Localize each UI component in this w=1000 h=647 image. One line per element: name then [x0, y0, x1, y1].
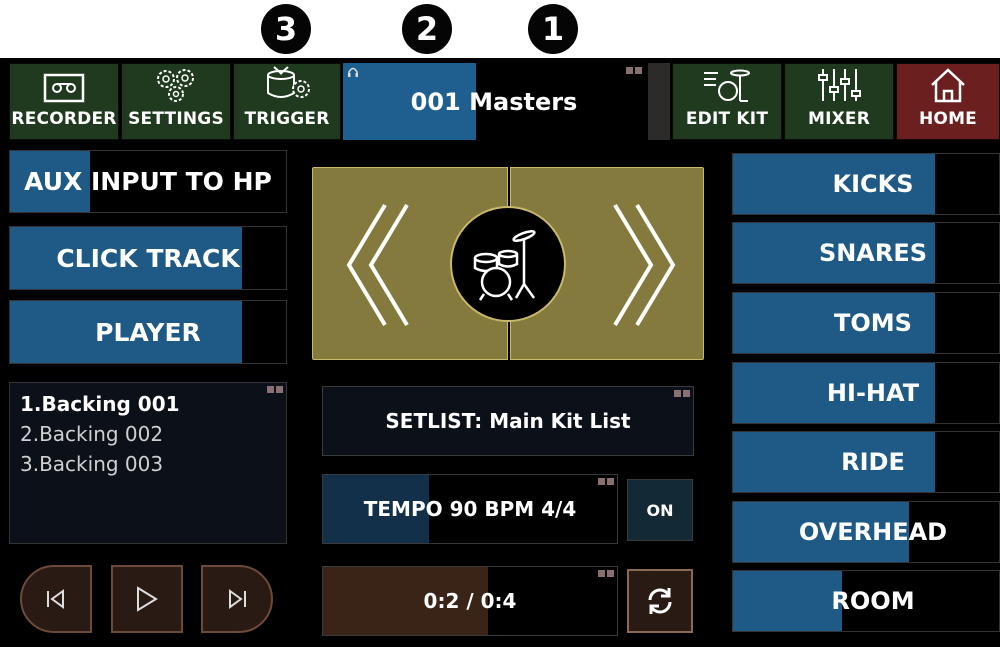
callout-3: 3 [261, 4, 311, 54]
tempo-on-toggle[interactable]: ON [627, 479, 693, 541]
list-item[interactable]: 3.Backing 003 [20, 449, 276, 479]
drum-kit-icon [473, 230, 536, 301]
playback-time: 0:2 / 0:4 [423, 589, 517, 613]
loop-button[interactable] [627, 569, 693, 633]
group-label: SNARES [818, 239, 928, 267]
group-button-toms[interactable]: TOMS [732, 292, 1000, 354]
list-item[interactable]: 2.Backing 002 [20, 419, 276, 449]
group-label: ROOM [831, 587, 915, 615]
drum-gear-icon [267, 66, 310, 98]
click-track-button[interactable]: CLICK TRACK [9, 226, 287, 290]
group-label: OVERHEAD [798, 518, 948, 546]
setlist-label: SETLIST: Main Kit List [385, 409, 631, 433]
edit-kit-icon [704, 69, 750, 102]
play-icon [137, 586, 158, 612]
group-label: RIDE [841, 448, 905, 476]
mixer-label: MIXER [807, 109, 871, 129]
chevron-right-icon [613, 203, 676, 327]
playback-progress[interactable]: 0:2 / 0:4 [322, 566, 618, 636]
skip-previous-icon [47, 589, 64, 609]
options-dots-icon[interactable] [598, 478, 614, 485]
trigger-button[interactable]: TRIGGER [233, 63, 341, 140]
kit-selector-display[interactable]: 001 Masters [343, 63, 645, 140]
callout-2: 2 [402, 4, 452, 54]
options-dots-icon[interactable] [626, 67, 642, 74]
callout-1: 1 [528, 4, 578, 54]
previous-track-button[interactable] [20, 565, 92, 633]
kit-name: 001 Masters [410, 87, 578, 116]
group-button-snares[interactable]: SNARES [732, 222, 1000, 284]
aux-input-button[interactable]: AUX INPUT TO HP [9, 150, 287, 213]
options-dots-icon[interactable] [267, 386, 283, 393]
edit-kit-button[interactable]: EDIT KIT [672, 63, 782, 140]
group-button-overhead[interactable]: OVERHEAD [732, 501, 1000, 563]
chevron-left-icon [346, 203, 409, 327]
group-label: TOMS [834, 309, 912, 337]
tempo-label: TEMPO 90 BPM 4/4 [363, 497, 577, 521]
group-label: HI-HAT [826, 379, 920, 407]
skip-next-icon [229, 589, 246, 609]
tempo-on-label: ON [646, 500, 674, 520]
home-icon [931, 68, 965, 103]
kit-scrollbar[interactable] [648, 63, 670, 140]
loop-icon [648, 588, 672, 614]
mixer-sliders-icon [818, 69, 861, 101]
cassette-icon [43, 73, 85, 103]
recorder-label: RECORDER [11, 109, 117, 129]
recorder-button[interactable]: RECORDER [9, 63, 119, 140]
group-button-room[interactable]: ROOM [732, 570, 1000, 632]
trigger-label: TRIGGER [244, 109, 330, 129]
edit-kit-label: EDIT KIT [685, 109, 769, 129]
settings-label: SETTINGS [128, 109, 224, 129]
tempo-control[interactable]: TEMPO 90 BPM 4/4 [322, 474, 618, 544]
click-track-label: CLICK TRACK [56, 243, 240, 273]
home-button[interactable]: HOME [896, 63, 1000, 140]
settings-button[interactable]: SETTINGS [121, 63, 231, 140]
player-label: PLAYER [95, 317, 201, 347]
options-dots-icon[interactable] [598, 570, 614, 577]
backing-track-list[interactable]: 1.Backing 001 2.Backing 002 3.Backing 00… [9, 382, 287, 544]
drum-kit-button[interactable] [450, 206, 566, 322]
home-label: HOME [918, 109, 977, 129]
aux-input-label: AUX INPUT TO HP [24, 167, 272, 196]
list-item[interactable]: 1.Backing 001 [20, 389, 276, 419]
group-label: KICKS [832, 170, 914, 198]
group-button-kicks[interactable]: KICKS [732, 153, 1000, 215]
group-button-hi-hat[interactable]: HI-HAT [732, 362, 1000, 424]
play-button[interactable] [111, 565, 183, 633]
group-button-ride[interactable]: RIDE [732, 431, 1000, 493]
next-track-button[interactable] [201, 565, 273, 633]
setlist-selector[interactable]: SETLIST: Main Kit List [322, 386, 694, 456]
options-dots-icon[interactable] [674, 390, 690, 397]
player-button[interactable]: PLAYER [9, 300, 287, 364]
mixer-button[interactable]: MIXER [784, 63, 894, 140]
gears-icon [157, 69, 194, 102]
